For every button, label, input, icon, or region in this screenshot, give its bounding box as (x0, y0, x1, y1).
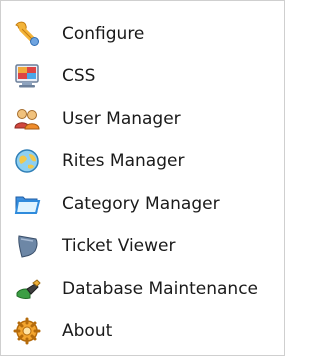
menu-item-label: User Manager (62, 109, 181, 129)
menu-item-rites-manager[interactable]: Rites Manager (2, 140, 283, 182)
menu-item-label: Configure (62, 24, 145, 44)
menu-item-label: Ticket Viewer (62, 236, 176, 256)
menu-item-label: Category Manager (62, 194, 220, 214)
menu-item-user-manager[interactable]: User Manager (2, 98, 283, 140)
users-icon (10, 102, 44, 136)
monitor-palette-icon (10, 59, 44, 93)
database-brush-icon (10, 272, 44, 306)
context-menu: Configure CSS User Manager Rites Manager… (0, 0, 285, 356)
menu-item-label: CSS (62, 66, 96, 86)
menu-item-about[interactable]: About (2, 310, 283, 352)
menu-item-css[interactable]: CSS (2, 55, 283, 97)
menu-item-label: About (62, 321, 113, 341)
globe-icon (10, 144, 44, 178)
menu-item-ticket-viewer[interactable]: Ticket Viewer (2, 225, 283, 267)
menu-item-configure[interactable]: Configure (2, 13, 283, 55)
folder-icon (10, 187, 44, 221)
menu-item-label: Database Maintenance (62, 279, 258, 299)
ticket-icon (10, 229, 44, 263)
menu-item-label: Rites Manager (62, 151, 185, 171)
wrench-icon (10, 17, 44, 51)
menu-item-category-manager[interactable]: Category Manager (2, 183, 283, 225)
menu-item-database-maintenance[interactable]: Database Maintenance (2, 268, 283, 310)
gear-info-icon (10, 314, 44, 348)
